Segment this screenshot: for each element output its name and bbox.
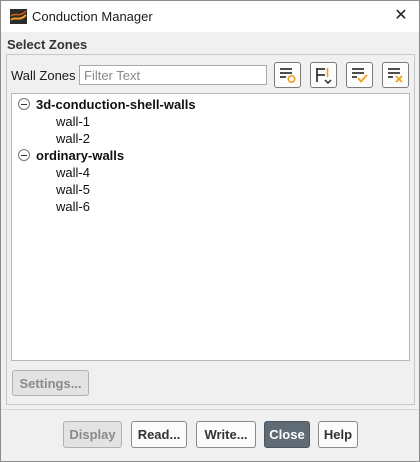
- wall-zones-tree[interactable]: 3d-conduction-shell-walls wall-1 wall-2 …: [11, 93, 410, 361]
- select-highlighted-icon: [352, 68, 368, 83]
- deselect-all-button[interactable]: [382, 62, 409, 88]
- tree-item-wall-5[interactable]: wall-5: [56, 181, 90, 198]
- select-all-icon: [280, 68, 296, 84]
- divider: [1, 409, 419, 410]
- deselect-all-icon: [388, 68, 403, 83]
- wall-zones-label: Wall Zones: [11, 68, 76, 83]
- tree-item-wall-2[interactable]: wall-2: [56, 130, 90, 147]
- group-by-type-button[interactable]: [310, 62, 337, 88]
- settings-button[interactable]: Settings...: [12, 370, 89, 396]
- title-bar: Conduction Manager ✕: [1, 1, 419, 32]
- section-title: Select Zones: [7, 37, 88, 52]
- tree-group-label: ordinary-walls: [36, 148, 125, 163]
- tree-item-wall-4[interactable]: wall-4: [56, 164, 90, 181]
- select-highlighted-button[interactable]: [346, 62, 373, 88]
- tree-item-wall-1[interactable]: wall-1: [56, 113, 90, 130]
- close-button[interactable]: Close: [264, 421, 310, 448]
- collapse-icon[interactable]: [18, 98, 30, 110]
- help-button[interactable]: Help: [318, 421, 358, 448]
- group-by-type-icon: [316, 68, 332, 84]
- display-button[interactable]: Display: [63, 421, 122, 448]
- tree-item-wall-6[interactable]: wall-6: [56, 198, 90, 215]
- conduction-manager-dialog: Conduction Manager ✕ Select Zones Wall Z…: [0, 0, 420, 462]
- fluent-app-icon: [10, 9, 27, 24]
- window-title: Conduction Manager: [32, 9, 153, 24]
- write-button[interactable]: Write...: [196, 421, 256, 448]
- filter-text-input[interactable]: [79, 65, 267, 85]
- tree-group-label: 3d-conduction-shell-walls: [36, 97, 196, 112]
- collapse-icon[interactable]: [18, 149, 30, 161]
- select-all-button[interactable]: [274, 62, 301, 88]
- read-button[interactable]: Read...: [131, 421, 187, 448]
- close-window-icon[interactable]: ✕: [389, 5, 413, 27]
